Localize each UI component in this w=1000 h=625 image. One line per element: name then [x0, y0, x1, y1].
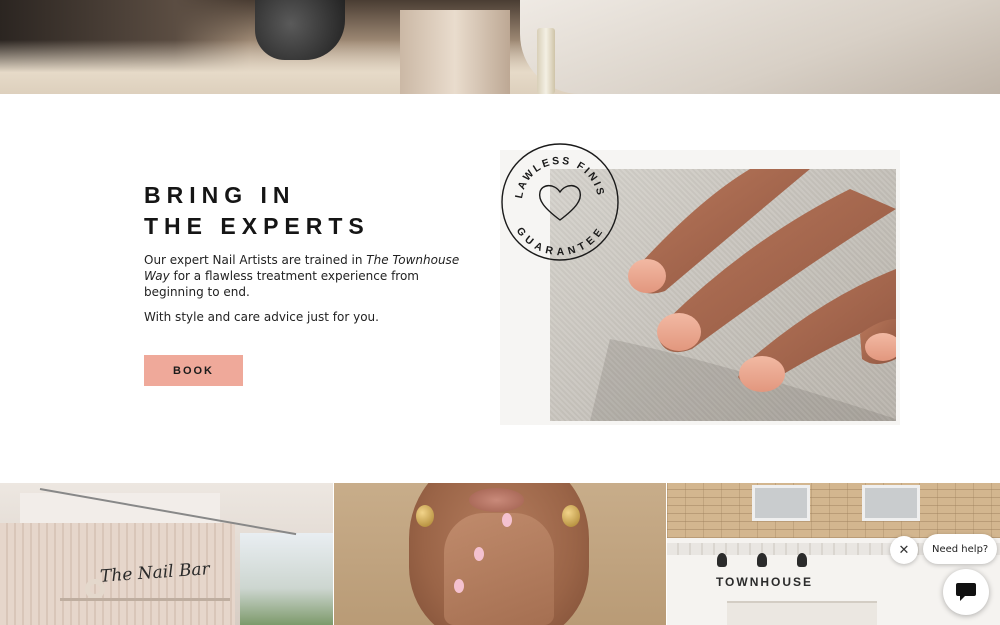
model-nail	[474, 547, 484, 561]
hero-sleeve	[520, 0, 1000, 94]
section-title-line-2: THE EXPERTS	[144, 213, 370, 239]
section-body: Our expert Nail Artists are trained in T…	[144, 252, 474, 325]
shop-entrance	[727, 601, 877, 625]
need-help-bubble[interactable]: Need help?	[923, 534, 998, 564]
hero-vial	[537, 28, 555, 94]
paragraph-text-a: Our expert Nail Artists are trained in	[144, 253, 367, 267]
flawless-finish-badge: FLAWLESS FINISH GUARANTEE	[495, 133, 620, 262]
close-icon: ✕	[898, 542, 910, 558]
chat-icon	[956, 583, 976, 601]
model-nail	[502, 513, 512, 527]
shop-lamp	[797, 553, 807, 567]
chat-launcher-button[interactable]	[943, 569, 989, 615]
hero-bottle	[400, 10, 510, 94]
nail-bar-interior-image: The Nail Bar	[0, 483, 333, 625]
shop-lamp	[717, 553, 727, 567]
shop-upper-window	[752, 485, 810, 521]
townhouse-shop-sign: TOWNHOUSE	[715, 575, 814, 589]
section-paragraph-2: With style and care advice just for you.	[144, 310, 379, 324]
chat-close-button[interactable]: ✕	[890, 536, 918, 564]
shop-upper-window	[862, 485, 920, 521]
hero-image	[0, 0, 1000, 94]
bar-shelf	[60, 598, 230, 601]
section-paragraph-1: Our expert Nail Artists are trained in T…	[144, 252, 474, 300]
shop-lamp	[757, 553, 767, 567]
section-title-line-1: BRING IN	[144, 182, 296, 208]
bar-window	[240, 533, 333, 625]
bar-decor-ring	[85, 579, 105, 599]
model-portrait-image	[334, 483, 666, 625]
gallery-tiles: The Nail Bar TOWNHOUSE	[0, 483, 1000, 625]
model-lips	[469, 488, 524, 512]
model-earring-left	[416, 505, 434, 527]
paragraph-text-b: for a flawless treatment experience from…	[144, 269, 419, 299]
section-title: BRING IN THE EXPERTS	[144, 180, 370, 242]
shop-brick-wall	[667, 483, 1000, 538]
model-nail	[454, 579, 464, 593]
model-earring-right	[562, 505, 580, 527]
book-button[interactable]: BOOK	[144, 355, 243, 386]
model-hand	[444, 513, 554, 625]
